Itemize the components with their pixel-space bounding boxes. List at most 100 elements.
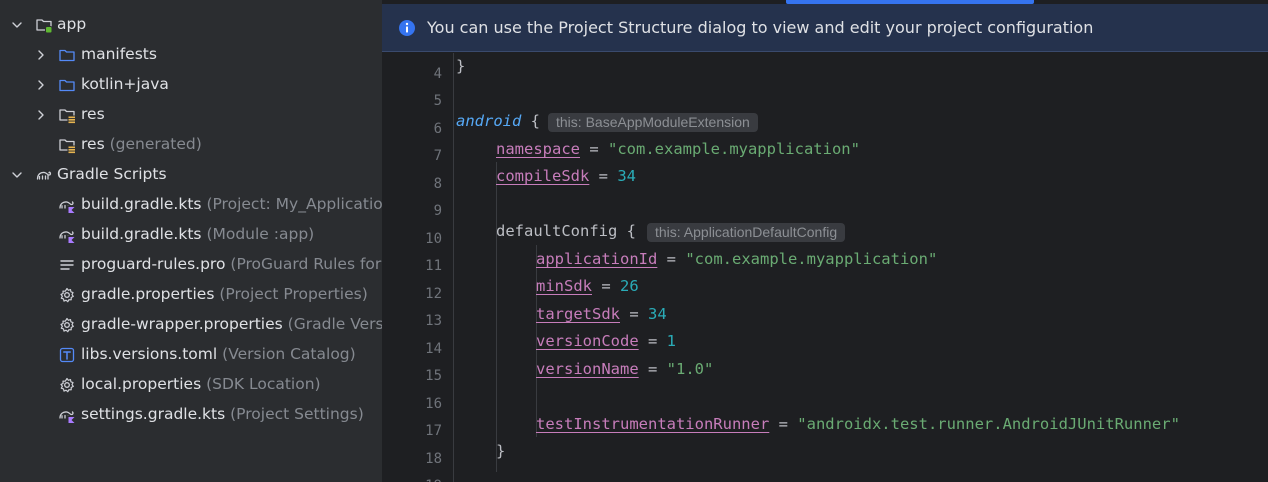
tree-item-name: build.gradle.kts [81, 195, 202, 213]
tree-item-label: settings.gradle.kts (Project Settings) [81, 405, 364, 423]
number-value: 1 [666, 332, 676, 350]
code-line-4[interactable]: } [456, 57, 465, 75]
property-name: namespace [496, 140, 580, 158]
property-name: versionCode [536, 332, 639, 350]
string-value: "com.example.myapplication" [608, 140, 860, 158]
tree-item-label: proguard-rules.pro (ProGuard Rules for "… [81, 255, 382, 273]
tree-item-name: kotlin+java [81, 75, 169, 93]
tree-item-label: gradle.properties (Project Properties) [81, 285, 368, 303]
gear-icon [58, 286, 76, 304]
tree-item[interactable]: proguard-rules.pro (ProGuard Rules for "… [0, 250, 382, 280]
code-line-10[interactable]: defaultConfig { [496, 222, 636, 240]
line-number: 16 [425, 396, 442, 412]
info-icon [399, 20, 415, 36]
tree-item[interactable]: settings.gradle.kts (Project Settings) [0, 400, 382, 430]
code-line-6[interactable]: android { [456, 112, 540, 130]
tree-item-hint: (Project: My_Application) [206, 195, 382, 213]
toml-icon [58, 346, 76, 364]
code-line-17[interactable]: testInstrumentationRunner = "androidx.te… [536, 415, 1180, 433]
tree-item-hint: (Module :app) [206, 225, 315, 243]
code-line-8[interactable]: compileSdk = 34 [496, 167, 636, 185]
inlay-hint-receiver[interactable]: this: ApplicationDefaultConfig [647, 223, 846, 242]
tree-item-label: app [57, 15, 86, 33]
property-name: versionName [536, 360, 639, 378]
operator: = [589, 167, 618, 185]
tree-item-name: gradle-wrapper.properties [81, 315, 283, 333]
tree-item-hint: (Gradle Version) [287, 315, 382, 333]
indent-guide [496, 162, 497, 472]
inlay-hint-receiver[interactable]: this: BaseAppModuleExtension [548, 113, 758, 132]
gutter-divider [453, 53, 454, 482]
closing-brace: } [456, 57, 466, 75]
open-brace: { [617, 222, 636, 240]
tree-item[interactable]: libs.versions.toml (Version Catalog) [0, 340, 382, 370]
tree-item[interactable]: local.properties (SDK Location) [0, 370, 382, 400]
tree-item-label: kotlin+java [81, 75, 169, 93]
code-line-11[interactable]: applicationId = "com.example.myapplicati… [536, 250, 937, 268]
tree-item-name: proguard-rules.pro [81, 255, 226, 273]
code-line-12[interactable]: minSdk = 26 [536, 277, 639, 295]
line-number: 18 [425, 451, 442, 467]
line-number: 13 [425, 313, 442, 329]
line-number: 6 [433, 121, 442, 137]
operator: = [620, 305, 648, 323]
tree-item-name: manifests [81, 45, 157, 63]
code-line-7[interactable]: namespace = "com.example.myapplication" [496, 140, 860, 158]
resource-folder-icon [58, 106, 76, 124]
code-line-13[interactable]: targetSdk = 34 [536, 305, 667, 323]
tree-item-name: res [81, 135, 105, 153]
code-line-15[interactable]: versionName = "1.0" [536, 360, 713, 378]
line-number: 15 [425, 368, 442, 384]
tree-item[interactable]: build.gradle.kts (Project: My_Applicatio… [0, 190, 382, 220]
chevron-right-icon[interactable] [34, 108, 48, 122]
chevron-right-icon[interactable] [34, 78, 48, 92]
tree-item[interactable]: res [0, 100, 382, 130]
tree-item[interactable]: gradle.properties (Project Properties) [0, 280, 382, 310]
tree-item-hint: (ProGuard Rules for ":app") [230, 255, 382, 273]
gradle-kotlin-icon [58, 226, 76, 244]
property-name: targetSdk [536, 305, 620, 323]
line-number: 11 [425, 258, 442, 274]
tree-item-name: res [81, 105, 105, 123]
tree-item-hint: (Project Settings) [230, 405, 364, 423]
code-editor[interactable]: You can use the Project Structure dialog… [382, 0, 1268, 482]
operator: = [592, 277, 620, 295]
code-line-14[interactable]: versionCode = 1 [536, 332, 676, 350]
project-tree: app manifests kotlin+java res res (generated… [0, 0, 382, 482]
operator: = [638, 360, 667, 378]
tree-item-hint: (Version Catalog) [222, 345, 356, 363]
tree-item[interactable]: app [0, 10, 382, 40]
code-line-18[interactable]: } [496, 442, 505, 460]
gear-icon [58, 316, 76, 334]
open-brace: { [521, 112, 540, 130]
text-file-icon [58, 256, 76, 274]
tree-item-label: res [81, 105, 105, 123]
tree-item-name: build.gradle.kts [81, 225, 202, 243]
tree-item[interactable]: Gradle Scripts [0, 160, 382, 190]
tree-item-name: app [57, 15, 87, 33]
line-number: 10 [425, 231, 442, 247]
tree-item-name: gradle.properties [81, 285, 215, 303]
chevron-right-icon[interactable] [34, 48, 48, 62]
operator: = [657, 250, 686, 268]
line-number: 14 [425, 341, 442, 357]
android-block-name: android [456, 112, 522, 130]
number-value: 34 [617, 167, 636, 185]
gradle-kotlin-icon [58, 406, 76, 424]
tree-item[interactable]: manifests [0, 40, 382, 70]
line-number: 12 [425, 286, 442, 302]
tree-item-label: res (generated) [81, 135, 202, 153]
chevron-down-icon[interactable] [10, 18, 24, 32]
tree-item[interactable]: gradle-wrapper.properties (Gradle Versio… [0, 310, 382, 340]
tree-item[interactable]: kotlin+java [0, 70, 382, 100]
tree-item-hint: (generated) [109, 135, 202, 153]
resource-folder-icon [58, 136, 76, 154]
operator: = [769, 415, 798, 433]
tree-item[interactable]: res (generated) [0, 130, 382, 160]
tree-item-label: Gradle Scripts [57, 165, 167, 183]
tree-item-label: build.gradle.kts (Project: My_Applicatio… [81, 195, 382, 213]
tree-item[interactable]: build.gradle.kts (Module :app) [0, 220, 382, 250]
default-config-block-name: defaultConfig [496, 222, 618, 240]
notification-banner: You can use the Project Structure dialog… [382, 4, 1268, 52]
chevron-down-icon[interactable] [10, 168, 24, 182]
